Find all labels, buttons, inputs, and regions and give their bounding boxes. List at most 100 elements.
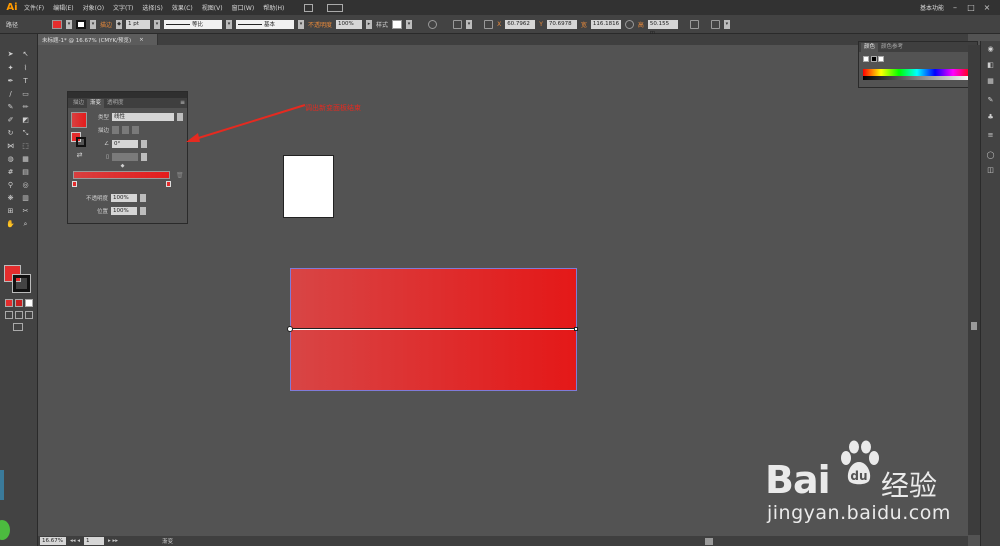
stroke-gradient-option-3[interactable]: [132, 126, 139, 134]
artboard-number-field[interactable]: 1: [84, 537, 105, 545]
free-transform-tool-icon[interactable]: ⬚: [21, 142, 30, 151]
selection-tool-icon[interactable]: ➤: [6, 50, 15, 59]
pencil-tool-icon[interactable]: ✏: [21, 103, 30, 112]
gradient-stop-start[interactable]: [72, 181, 77, 187]
chevron-down-icon[interactable]: ▾: [154, 19, 161, 29]
fill-color-swatch[interactable]: [52, 19, 63, 29]
variable-width-profile[interactable]: 等比: [164, 19, 223, 29]
angle-field[interactable]: 0°: [112, 140, 138, 148]
reverse-gradient-icon[interactable]: ⇄: [75, 151, 84, 160]
gradient-tool-icon[interactable]: ▤: [21, 168, 30, 177]
gradient-origin-handle[interactable]: [287, 326, 293, 332]
opacity-field[interactable]: 100%: [336, 19, 363, 29]
opacity-label[interactable]: 不透明度: [308, 20, 332, 29]
stroke-label[interactable]: 描边: [100, 20, 112, 29]
recolor-artwork-icon[interactable]: [428, 19, 438, 29]
brushes-icon[interactable]: ✎: [986, 96, 995, 105]
lasso-tool-icon[interactable]: ⌇: [21, 64, 30, 73]
rectangle-tool-icon[interactable]: ▭: [21, 90, 30, 99]
gradient-stroke-box[interactable]: [76, 137, 86, 147]
stop-location-field[interactable]: 100%: [111, 207, 137, 215]
scale-tool-icon[interactable]: ⤡: [21, 129, 30, 138]
symbols-icon[interactable]: ♣: [986, 113, 995, 122]
swatches-icon[interactable]: ▦: [986, 77, 995, 86]
menu-file[interactable]: 文件(F): [24, 3, 44, 12]
chevron-down-icon[interactable]: ▾: [66, 19, 73, 29]
stroke-gradient-option-2[interactable]: [122, 126, 129, 134]
current-tool-status[interactable]: 渐变: [162, 537, 173, 545]
chevron-down-icon[interactable]: ▾: [90, 19, 97, 29]
column-graph-tool-icon[interactable]: ▥: [21, 194, 30, 203]
align-icon[interactable]: [453, 19, 463, 29]
gradient-end-handle[interactable]: [574, 327, 578, 331]
gradient-slider[interactable]: [73, 171, 170, 179]
perspective-grid-tool-icon[interactable]: ▦: [21, 155, 30, 164]
type-select[interactable]: 线性: [112, 113, 174, 121]
draw-mode-icon[interactable]: [5, 311, 13, 319]
y-field[interactable]: 70.6978: [546, 19, 577, 29]
chevron-down-icon[interactable]: [141, 153, 147, 161]
artboard-next-icon[interactable]: ▸ ▸▸: [108, 538, 118, 544]
chevron-down-icon[interactable]: ▾: [723, 19, 730, 29]
menu-help[interactable]: 帮助(H): [263, 3, 284, 12]
chevron-right-icon[interactable]: ▸: [366, 19, 373, 29]
zoom-tool-icon[interactable]: ⌕: [21, 220, 30, 229]
tab-color-guide[interactable]: 颜色参考: [878, 43, 906, 52]
tab-gradient[interactable]: 渐变: [87, 99, 105, 108]
color-spectrum[interactable]: [863, 69, 971, 80]
width-field[interactable]: 116.1816: [590, 19, 621, 29]
paintbrush-tool-icon[interactable]: ✎: [6, 103, 15, 112]
mesh-tool-icon[interactable]: #: [6, 168, 15, 177]
chevron-down-icon[interactable]: ▾: [226, 19, 233, 29]
menu-view[interactable]: 视图(V): [202, 3, 223, 12]
chevron-down-icon[interactable]: [140, 194, 146, 202]
symbol-sprayer-tool-icon[interactable]: ❋: [6, 194, 15, 203]
horizontal-scroll-thumb[interactable]: [705, 538, 713, 545]
magic-wand-tool-icon[interactable]: ✦: [6, 64, 15, 73]
direct-selection-tool-icon[interactable]: ↖: [21, 50, 30, 59]
color-mode-button[interactable]: [5, 299, 13, 307]
brush-definition[interactable]: 基本: [236, 19, 295, 29]
chevron-down-icon[interactable]: ▾: [406, 19, 413, 29]
transform-icon[interactable]: [689, 19, 699, 29]
arrange-documents-icon[interactable]: [327, 3, 344, 12]
blob-brush-tool-icon[interactable]: ✐: [6, 116, 15, 125]
none-color-icon[interactable]: [863, 56, 869, 62]
draw-inside-icon[interactable]: [25, 311, 33, 319]
vertical-scrollbar[interactable]: [968, 45, 980, 535]
workspace-switcher[interactable]: 基本功能: [920, 3, 944, 12]
stroke-swatch[interactable]: [12, 274, 31, 293]
link-icon[interactable]: [624, 19, 634, 29]
menu-window[interactable]: 窗口(W): [232, 3, 255, 12]
rotate-tool-icon[interactable]: ↻: [6, 129, 15, 138]
menu-select[interactable]: 选择(S): [142, 3, 163, 12]
draw-behind-icon[interactable]: [15, 311, 23, 319]
document-tab[interactable]: 未标题-1* @ 16.67% (CMYK/预览) ×: [38, 34, 158, 45]
gradient-mode-button[interactable]: [15, 299, 23, 307]
line-tool-icon[interactable]: /: [6, 90, 15, 99]
stop-opacity-field[interactable]: 100%: [111, 194, 137, 202]
close-window-button[interactable]: ×: [982, 3, 992, 12]
maximize-button[interactable]: □: [966, 3, 976, 12]
tab-color[interactable]: 颜色: [861, 43, 879, 52]
artboard[interactable]: [283, 155, 334, 218]
minimize-button[interactable]: –: [950, 3, 960, 12]
width-tool-icon[interactable]: ⋈: [6, 142, 15, 151]
graphic-style-swatch[interactable]: [392, 19, 403, 29]
blend-tool-icon[interactable]: ◎: [21, 181, 30, 190]
gradient-stop-end[interactable]: [166, 181, 171, 187]
chevron-down-icon[interactable]: [140, 207, 146, 215]
slice-tool-icon[interactable]: ✂: [21, 207, 30, 216]
appearance-icon[interactable]: ◯: [986, 151, 995, 160]
eyedropper-tool-icon[interactable]: ⚲: [6, 181, 15, 190]
tab-transparency[interactable]: 透明度: [104, 99, 127, 108]
stroke-gradient-option-1[interactable]: [112, 126, 119, 134]
gradient-annotator-line[interactable]: [290, 328, 577, 330]
artboard-tool-icon[interactable]: ⊞: [6, 207, 15, 216]
eraser-tool-icon[interactable]: ◩: [21, 116, 30, 125]
close-tab-icon[interactable]: ×: [139, 37, 144, 43]
stroke-color-swatch[interactable]: [76, 19, 87, 29]
menu-effect[interactable]: 效果(C): [172, 3, 193, 12]
vertical-scroll-thumb[interactable]: [971, 322, 977, 330]
type-tool-icon[interactable]: T: [21, 77, 30, 86]
